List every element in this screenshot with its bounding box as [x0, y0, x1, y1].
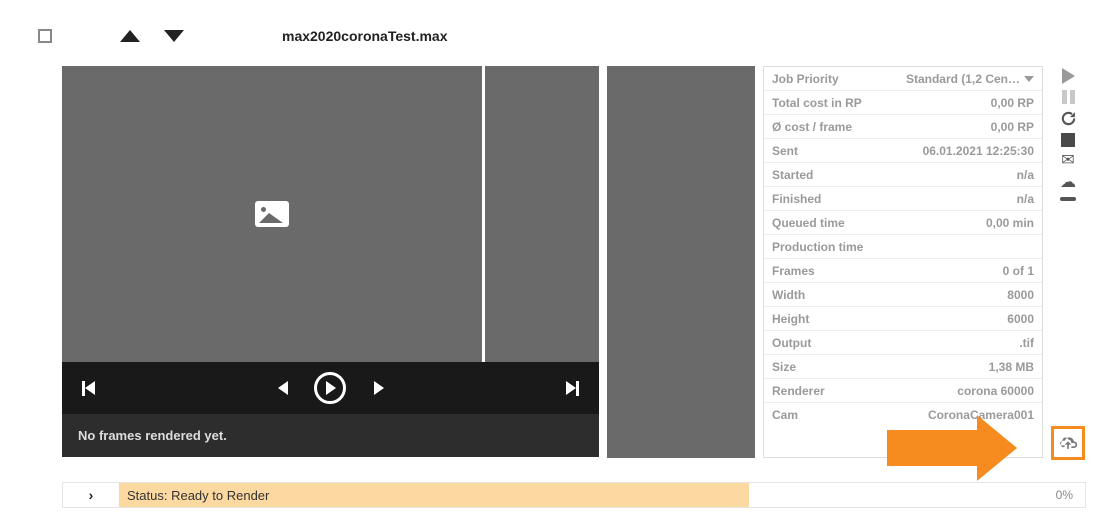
start-render-icon[interactable]: [1062, 68, 1075, 84]
detail-row-frames: Frames 0 of 1: [764, 259, 1042, 283]
detail-row-size: Size 1,38 MB: [764, 355, 1042, 379]
preview-panel: No frames rendered yet.: [62, 66, 599, 458]
upload-button[interactable]: [1051, 426, 1085, 460]
player-bar: [62, 362, 599, 414]
detail-row-started: Started n/a: [764, 163, 1042, 187]
detail-row-sent: Sent 06.01.2021 12:25:30: [764, 139, 1042, 163]
image-placeholder-icon: [255, 201, 289, 227]
storage-icon[interactable]: ☁: [1060, 175, 1076, 191]
callout-arrow: [887, 415, 1017, 481]
detail-row-cost-frame: Ø cost / frame 0,00 RP: [764, 115, 1042, 139]
preview-frame-main: [62, 66, 482, 362]
reload-icon[interactable]: [1060, 110, 1077, 127]
detail-row-width: Width 8000: [764, 283, 1042, 307]
status-progress: 0%: [749, 488, 1085, 502]
detail-label: Job Priority: [772, 72, 839, 86]
pause-render-icon[interactable]: [1062, 90, 1075, 104]
detail-row-queued: Queued time 0,00 min: [764, 211, 1042, 235]
skip-start-button[interactable]: [82, 381, 95, 396]
preview-frame-side: [485, 66, 599, 362]
detail-row-priority: Job Priority Standard (1,2 Cen…: [764, 67, 1042, 91]
cloud-upload-icon: [1058, 435, 1078, 451]
detail-row-renderer: Renderer corona 60000: [764, 379, 1042, 403]
detail-row-finished: Finished n/a: [764, 187, 1042, 211]
chevron-down-icon: [1024, 76, 1034, 82]
play-icon: [326, 381, 336, 395]
priority-dropdown[interactable]: Standard (1,2 Cen…: [906, 72, 1034, 86]
side-toolbar: ✉ ☁: [1057, 68, 1079, 201]
detail-row-total-cost: Total cost in RP 0,00 RP: [764, 91, 1042, 115]
mail-icon[interactable]: ✉: [1061, 153, 1074, 169]
expand-status-icon[interactable]: ›: [63, 487, 119, 503]
status-row: › Status: Ready to Render 0%: [62, 482, 1086, 508]
job-details-panel: Job Priority Standard (1,2 Cen… Total co…: [763, 66, 1043, 458]
detail-row-output: Output .tif: [764, 331, 1042, 355]
move-down-icon[interactable]: [164, 30, 184, 42]
detail-row-height: Height 6000: [764, 307, 1042, 331]
next-frame-button[interactable]: [374, 381, 384, 395]
file-name: max2020coronaTest.max: [282, 28, 448, 44]
select-job-checkbox[interactable]: [38, 29, 52, 43]
secondary-preview-panel: [607, 66, 755, 458]
stop-render-icon[interactable]: [1061, 133, 1075, 147]
status-label: Status: Ready to Render: [119, 483, 749, 507]
detail-row-production: Production time: [764, 235, 1042, 259]
move-up-icon[interactable]: [120, 30, 140, 42]
player-status-message: No frames rendered yet.: [62, 414, 599, 457]
minimize-icon[interactable]: [1060, 197, 1076, 201]
prev-frame-button[interactable]: [278, 381, 288, 395]
skip-end-button[interactable]: [564, 381, 579, 396]
play-button[interactable]: [314, 372, 346, 404]
